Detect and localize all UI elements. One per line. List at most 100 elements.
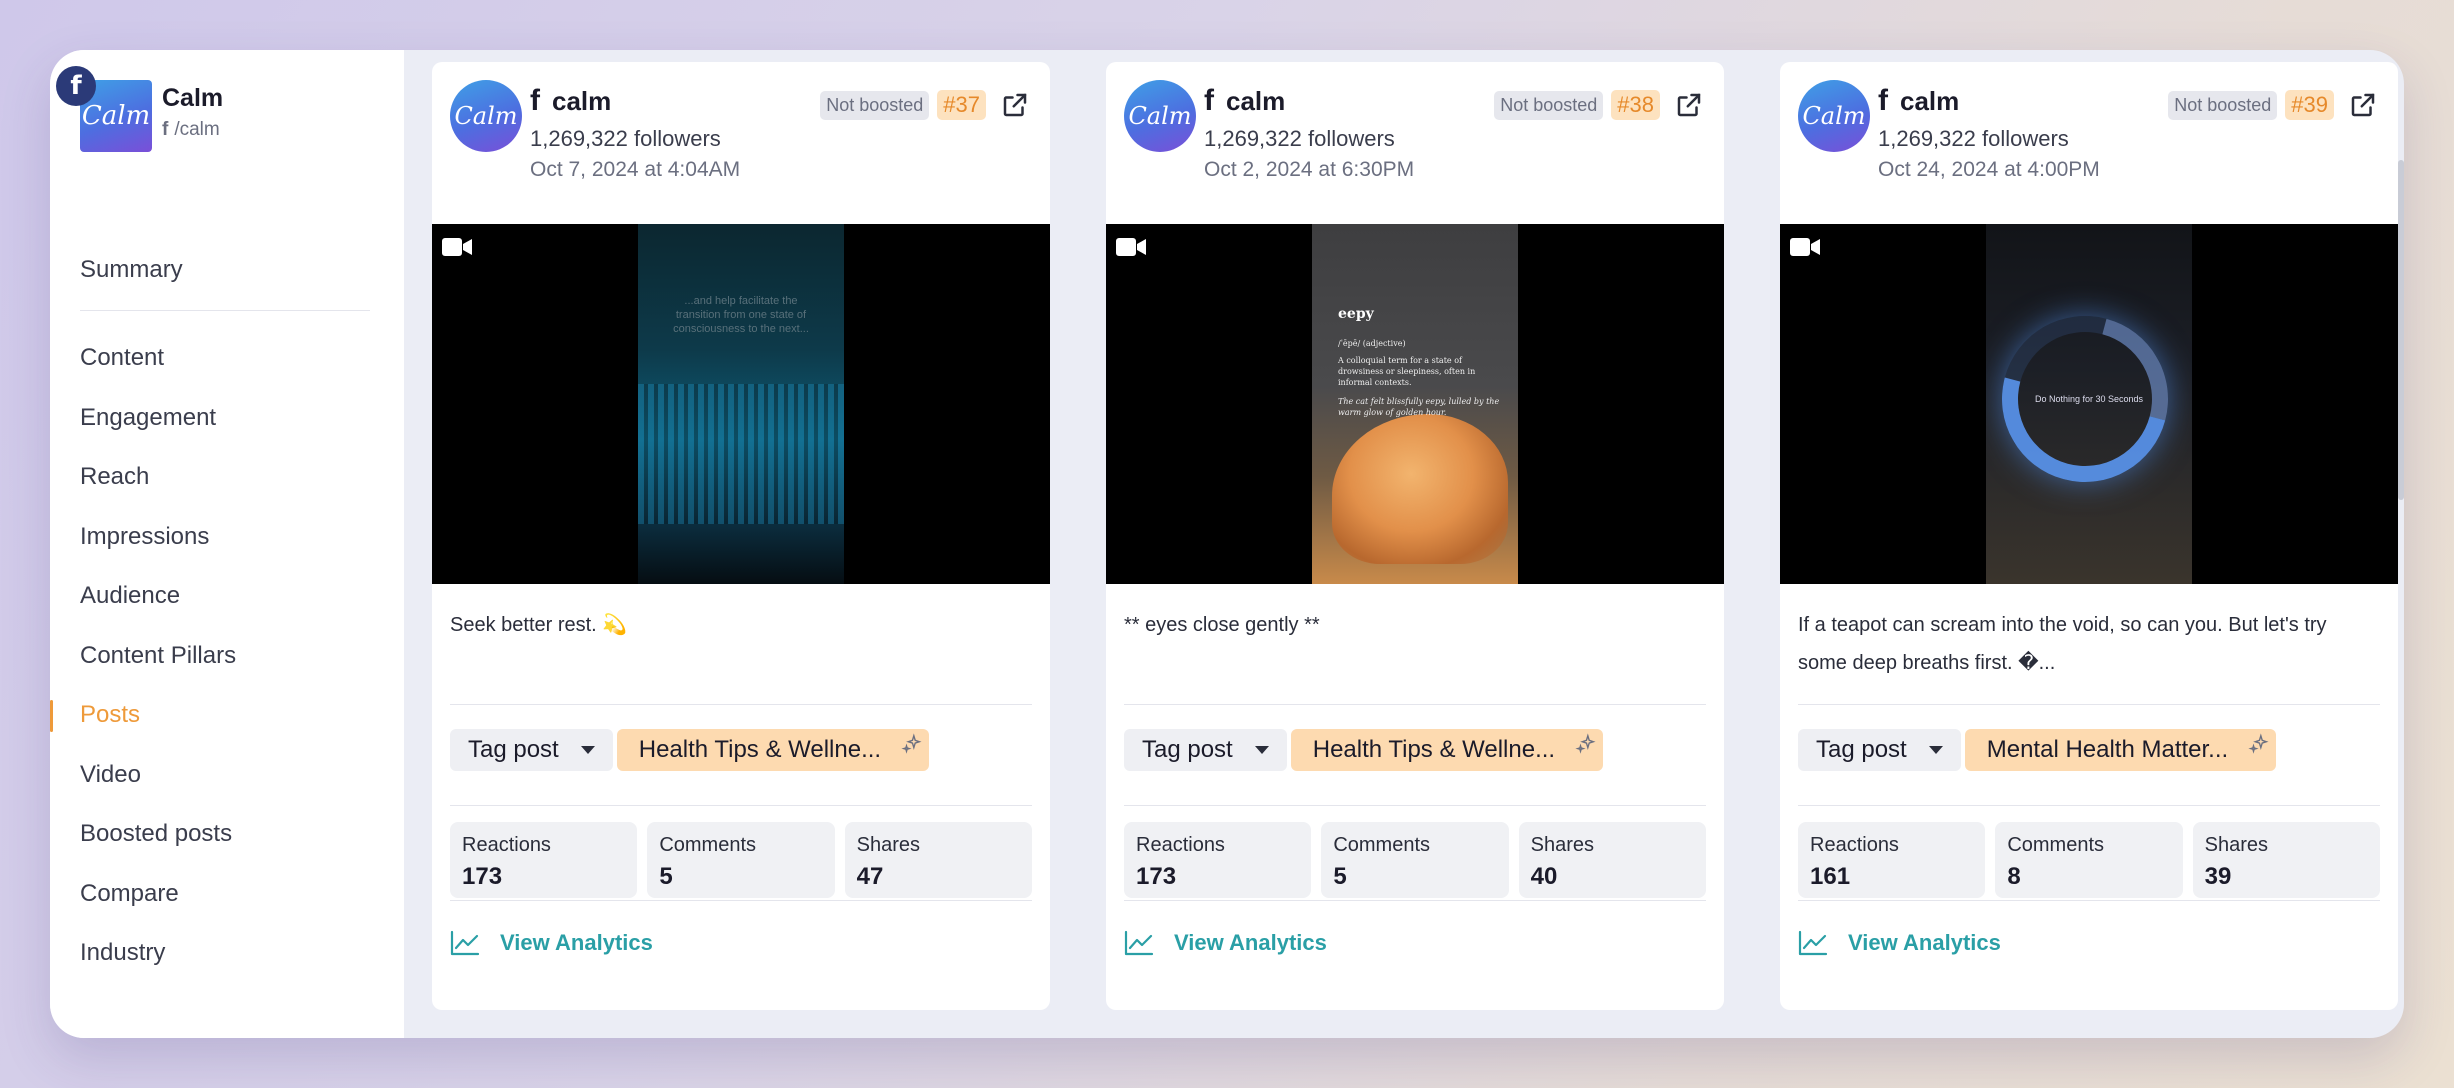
pillar-label: Health Tips & Wellne... xyxy=(638,736,882,763)
post-card: Calm f calm 1,269,322 followers Oct 2, 20… xyxy=(1106,62,1724,1010)
tag-post-label: Tag post xyxy=(1816,736,1907,763)
stat-comments: Comments 5 xyxy=(647,822,835,898)
video-camera-icon xyxy=(1116,238,1146,256)
post-caption: ** eyes close gently ** xyxy=(1124,614,1320,636)
sidebar-item-reach[interactable]: Reach xyxy=(80,448,370,508)
cat-image xyxy=(1332,414,1508,564)
post-media[interactable]: Do Nothing for 30 Seconds xyxy=(1780,224,2398,584)
sidebar-item-content[interactable]: Content xyxy=(80,329,370,389)
post-media[interactable]: eepy /ˈēpē/ (adjective) A colloquial ter… xyxy=(1106,224,1724,584)
nav-divider xyxy=(80,309,370,311)
tag-post-dropdown[interactable]: Tag post xyxy=(1798,729,1961,771)
sidebar-item-compare[interactable]: Compare xyxy=(80,864,370,924)
sidebar-item-summary[interactable]: Summary xyxy=(80,240,370,300)
chevron-down-icon xyxy=(1254,746,1269,754)
view-analytics-link[interactable]: View Analytics xyxy=(432,901,1050,985)
sidebar-item-boosted-posts[interactable]: Boosted posts xyxy=(80,805,370,865)
content-pillar-tag[interactable]: Health Tips & Wellne... xyxy=(1290,729,1604,771)
video-camera-icon xyxy=(442,238,472,256)
facebook-icon: f xyxy=(1878,84,1888,117)
thumbnail-graphic xyxy=(638,384,844,524)
boost-status-badge: Not boosted xyxy=(2168,90,2278,120)
post-card: Calm f calm 1,269,322 followers Oct 7, 20… xyxy=(432,62,1050,1010)
rank-badge: #37 xyxy=(937,90,986,120)
account-name: Calm xyxy=(162,84,224,112)
pillar-label: Health Tips & Wellne... xyxy=(1312,736,1556,763)
avatar: Calm xyxy=(1798,80,1870,152)
thumbnail-text: ...and help facilitate the transition fr… xyxy=(673,295,809,335)
external-link-icon[interactable] xyxy=(1674,90,1704,120)
tag-post-label: Tag post xyxy=(468,736,559,763)
facebook-icon: f xyxy=(162,119,169,140)
sidebar: f Calm Calm f /calm Summary Content Enga… xyxy=(50,50,404,1038)
stat-reactions: Reactions 173 xyxy=(1124,822,1312,898)
stat-shares: Shares 39 xyxy=(2192,822,2380,898)
post-account-name: calm xyxy=(1226,85,1286,116)
chevron-down-icon xyxy=(580,746,595,754)
sidebar-item-posts[interactable]: Posts xyxy=(50,686,370,746)
video-thumbnail: ...and help facilitate the transition fr… xyxy=(638,224,844,584)
stat-reactions: Reactions 173 xyxy=(450,822,638,898)
view-analytics-link[interactable]: View Analytics xyxy=(1780,901,2398,985)
line-chart-icon xyxy=(1798,930,1828,956)
tag-post-label: Tag post xyxy=(1142,736,1233,763)
sidebar-item-content-pillars[interactable]: Content Pillars xyxy=(80,626,370,686)
facebook-badge-icon: f xyxy=(56,66,96,106)
pillar-label: Mental Health Matter... xyxy=(1986,736,2229,763)
thumbnail-word: eepy xyxy=(1338,306,1374,322)
sidebar-item-video[interactable]: Video xyxy=(80,745,370,805)
avatar: Calm xyxy=(1124,80,1196,152)
post-media[interactable]: ...and help facilitate the transition fr… xyxy=(432,224,1050,584)
boost-status-badge: Not boosted xyxy=(820,90,930,120)
content-pillar-tag[interactable]: Mental Health Matter... xyxy=(1964,729,2277,771)
thumbnail-definition: /ˈēpē/ (adjective) A colloquial term for… xyxy=(1338,339,1500,417)
stat-shares: Shares 40 xyxy=(1518,822,1706,898)
facebook-icon: f xyxy=(530,84,540,117)
tag-post-dropdown[interactable]: Tag post xyxy=(1124,729,1287,771)
post-account-name: calm xyxy=(552,85,612,116)
scrollbar[interactable] xyxy=(2398,160,2404,500)
video-thumbnail: eepy /ˈēpē/ (adjective) A colloquial ter… xyxy=(1312,224,1518,584)
chevron-down-icon xyxy=(1928,746,1943,754)
sparkle-icon xyxy=(901,733,922,754)
followers-count: 1,269,322 followers xyxy=(1878,126,2069,151)
post-date: Oct 2, 2024 at 6:30PM xyxy=(1204,158,1415,181)
sidebar-item-audience[interactable]: Audience xyxy=(80,567,370,627)
view-analytics-link[interactable]: View Analytics xyxy=(1106,901,1724,985)
tag-post-dropdown[interactable]: Tag post xyxy=(450,729,613,771)
stat-shares: Shares 47 xyxy=(844,822,1032,898)
external-link-icon[interactable] xyxy=(2348,90,2378,120)
sparkle-icon xyxy=(1575,733,1596,754)
account-header[interactable]: Calm Calm f /calm xyxy=(80,80,223,152)
avatar: Calm xyxy=(450,80,522,152)
followers-count: 1,269,322 followers xyxy=(1204,126,1395,151)
app-window: f Calm Calm f /calm Summary Content Enga… xyxy=(50,50,2404,1038)
rank-badge: #39 xyxy=(2285,90,2334,120)
stat-reactions: Reactions 161 xyxy=(1798,822,1986,898)
content-pillar-tag[interactable]: Health Tips & Wellne... xyxy=(616,729,930,771)
sparkle-icon xyxy=(2248,733,2269,754)
sidebar-item-engagement[interactable]: Engagement xyxy=(80,388,370,448)
post-account-name: calm xyxy=(1900,85,1960,116)
post-caption: If a teapot can scream into the void, so… xyxy=(1798,614,2327,674)
stat-comments: Comments 5 xyxy=(1321,822,1509,898)
sidebar-nav: Summary Content Engagement Reach Impress… xyxy=(50,240,370,984)
sidebar-item-industry[interactable]: Industry xyxy=(80,924,370,984)
facebook-icon: f xyxy=(1204,84,1214,117)
post-card: Calm f calm 1,269,322 followers Oct 24, 2… xyxy=(1780,62,2398,1010)
post-caption: Seek better rest. 💫 xyxy=(450,614,628,636)
stat-comments: Comments 8 xyxy=(1995,822,2183,898)
video-thumbnail: Do Nothing for 30 Seconds xyxy=(1986,224,2192,584)
rank-badge: #38 xyxy=(1611,90,1660,120)
line-chart-icon xyxy=(450,930,480,956)
video-camera-icon xyxy=(1790,238,1820,256)
boost-status-badge: Not boosted xyxy=(1494,90,1604,120)
post-date: Oct 7, 2024 at 4:04AM xyxy=(530,158,741,181)
line-chart-icon xyxy=(1124,930,1154,956)
account-handle: /calm xyxy=(174,119,220,140)
followers-count: 1,269,322 followers xyxy=(530,126,721,151)
thumbnail-text: Do Nothing for 30 Seconds xyxy=(2034,394,2144,404)
external-link-icon[interactable] xyxy=(1000,90,1030,120)
posts-grid: Calm f calm 1,269,322 followers Oct 7, 20… xyxy=(404,50,2404,1038)
sidebar-item-impressions[interactable]: Impressions xyxy=(80,507,370,567)
